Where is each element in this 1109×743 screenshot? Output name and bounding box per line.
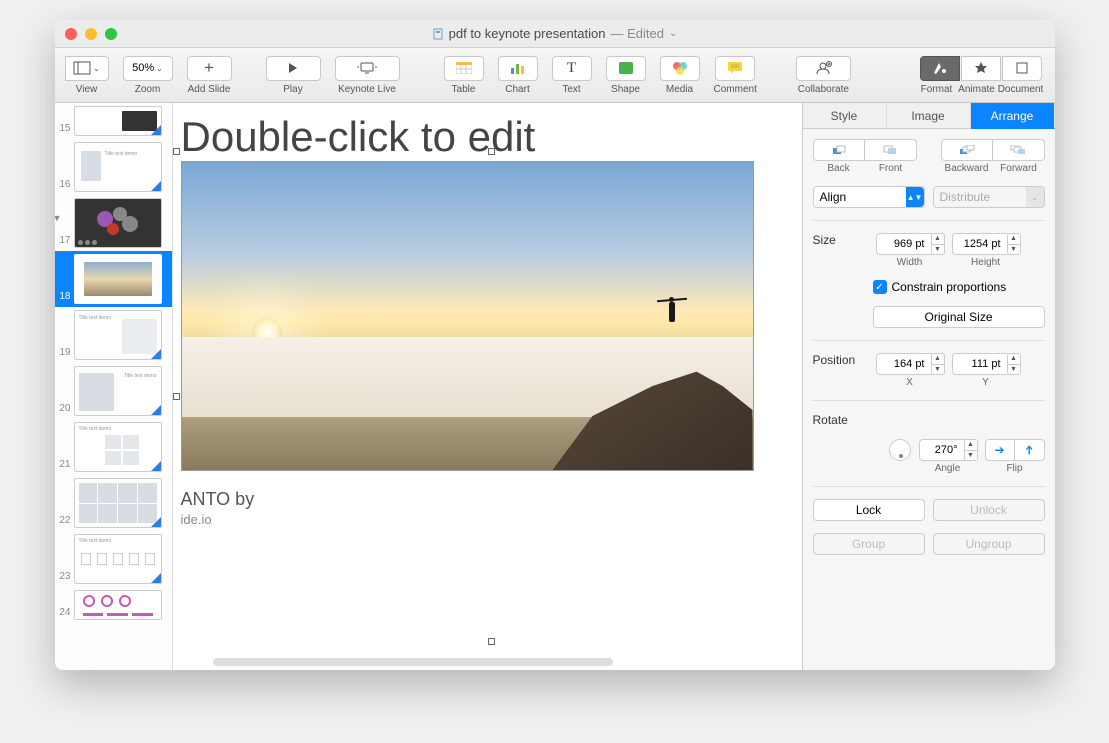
subtitle-2[interactable]: ide.io (173, 512, 792, 527)
selection-handle[interactable] (488, 638, 495, 645)
maximize-icon[interactable] (105, 28, 117, 40)
content-area: 15 16 Title text demo ▼ 17 18 (55, 103, 1055, 670)
traffic-lights (65, 28, 117, 40)
keynote-live-label: Keynote Live (338, 84, 396, 95)
slide-thumb[interactable]: 16 Title text demo (55, 139, 172, 195)
document-button[interactable] (1002, 56, 1042, 81)
lock-button[interactable]: Lock (813, 499, 925, 521)
chart-label: Chart (505, 84, 529, 95)
window-title: pdf to keynote presentation — Edited ⌄ (55, 26, 1055, 41)
slide-thumb[interactable]: 21 Title text demo (55, 419, 172, 475)
media-button[interactable] (660, 56, 700, 81)
rotate-label: Rotate (813, 413, 1045, 427)
slide-thumb[interactable]: 19 Title text demo (55, 307, 172, 363)
unlock-button[interactable]: Unlock (933, 499, 1045, 521)
play-button[interactable] (266, 56, 321, 81)
slide-thumb[interactable]: 24 (55, 587, 172, 623)
slide-thumb[interactable]: 20 Title text demo (55, 363, 172, 419)
backward-button[interactable] (941, 139, 994, 161)
slide-thumb[interactable]: 22 (55, 475, 172, 531)
format-button[interactable] (920, 56, 960, 81)
angle-stepper[interactable]: ▲▼ (964, 439, 978, 461)
view-label: View (76, 84, 98, 95)
comment-label: Comment (714, 84, 757, 95)
tab-arrange[interactable]: Arrange (971, 103, 1055, 129)
constrain-checkbox[interactable]: ✓Constrain proportions (873, 280, 1007, 294)
close-icon[interactable] (65, 28, 77, 40)
slide-thumb[interactable]: 23 Title text demo (55, 531, 172, 587)
media-label: Media (666, 84, 693, 95)
format-label: Format (917, 84, 957, 95)
height-stepper[interactable]: ▲▼ (1007, 233, 1021, 255)
align-dropdown[interactable]: Align▲▼ (813, 186, 925, 208)
y-stepper[interactable]: ▲▼ (1007, 353, 1021, 375)
flip-horizontal-button[interactable]: ➔ (985, 439, 1015, 461)
back-button[interactable] (813, 139, 866, 161)
collaborate-label: Collaborate (798, 84, 849, 95)
minimize-icon[interactable] (85, 28, 97, 40)
horizontal-scrollbar[interactable] (213, 658, 613, 666)
tab-image[interactable]: Image (887, 103, 971, 129)
text-label: Text (562, 84, 580, 95)
chart-button[interactable] (498, 56, 538, 81)
placeholder-text[interactable]: Double-click to edit (173, 113, 792, 161)
slide-thumb-selected[interactable]: 18 (55, 251, 172, 307)
angle-dial[interactable] (889, 439, 911, 461)
toolbar: ⌄ View 50%⌄ Zoom + Add Slide Play Keynot… (55, 48, 1055, 103)
document-icon (432, 28, 444, 40)
tab-style[interactable]: Style (803, 103, 887, 129)
collaborate-button[interactable] (796, 56, 851, 81)
subtitle-1[interactable]: ANTO by (173, 489, 792, 510)
original-size-button[interactable]: Original Size (873, 306, 1045, 328)
slide-canvas[interactable]: Double-click to edit ANTO by ide.io (173, 103, 802, 670)
selection-handle[interactable] (173, 393, 180, 400)
x-stepper[interactable]: ▲▼ (931, 353, 945, 375)
width-stepper[interactable]: ▲▼ (931, 233, 945, 255)
add-slide-button[interactable]: + (187, 56, 232, 81)
slide-navigator[interactable]: 15 16 Title text demo ▼ 17 18 (55, 103, 173, 670)
table-label: Table (452, 84, 476, 95)
disclosure-triangle-icon[interactable]: ▼ (55, 213, 62, 223)
forward-button[interactable] (993, 139, 1045, 161)
zoom-dropdown[interactable]: 50%⌄ (123, 56, 173, 81)
animate-button[interactable] (961, 56, 1001, 81)
keynote-live-button[interactable] (335, 56, 400, 81)
view-button[interactable]: ⌄ (65, 56, 109, 81)
titlebar: pdf to keynote presentation — Edited ⌄ (55, 20, 1055, 48)
comment-button[interactable] (715, 56, 755, 81)
position-label: Position (813, 353, 868, 367)
person-graphic (663, 297, 681, 329)
format-inspector: Style Image Arrange BackFront (802, 103, 1055, 670)
selection-handle[interactable] (173, 148, 180, 155)
text-button[interactable]: T (552, 56, 592, 81)
shape-label: Shape (611, 84, 640, 95)
front-button[interactable] (865, 139, 917, 161)
zoom-label: Zoom (135, 84, 161, 95)
slide-thumb[interactable]: 15 (55, 103, 172, 139)
ungroup-button[interactable]: Ungroup (933, 533, 1045, 555)
size-label: Size (813, 233, 868, 247)
chevron-down-icon[interactable]: ⌄ (669, 28, 677, 39)
play-label: Play (283, 84, 302, 95)
add-slide-label: Add Slide (188, 84, 231, 95)
slide-thumb[interactable]: ▼ 17 (55, 195, 172, 251)
distribute-dropdown[interactable]: Distribute⌄ (933, 186, 1045, 208)
shape-button[interactable] (606, 56, 646, 81)
table-button[interactable] (444, 56, 484, 81)
slide-image[interactable] (181, 161, 754, 471)
animate-label: Animate (957, 84, 997, 95)
document-label: Document (997, 84, 1045, 95)
group-button[interactable]: Group (813, 533, 925, 555)
inspector-tabs: Style Image Arrange (803, 103, 1055, 129)
app-window: pdf to keynote presentation — Edited ⌄ ⌄… (55, 20, 1055, 670)
selection-handle[interactable] (488, 148, 495, 155)
flip-vertical-button[interactable]: ➔ (1015, 439, 1045, 461)
